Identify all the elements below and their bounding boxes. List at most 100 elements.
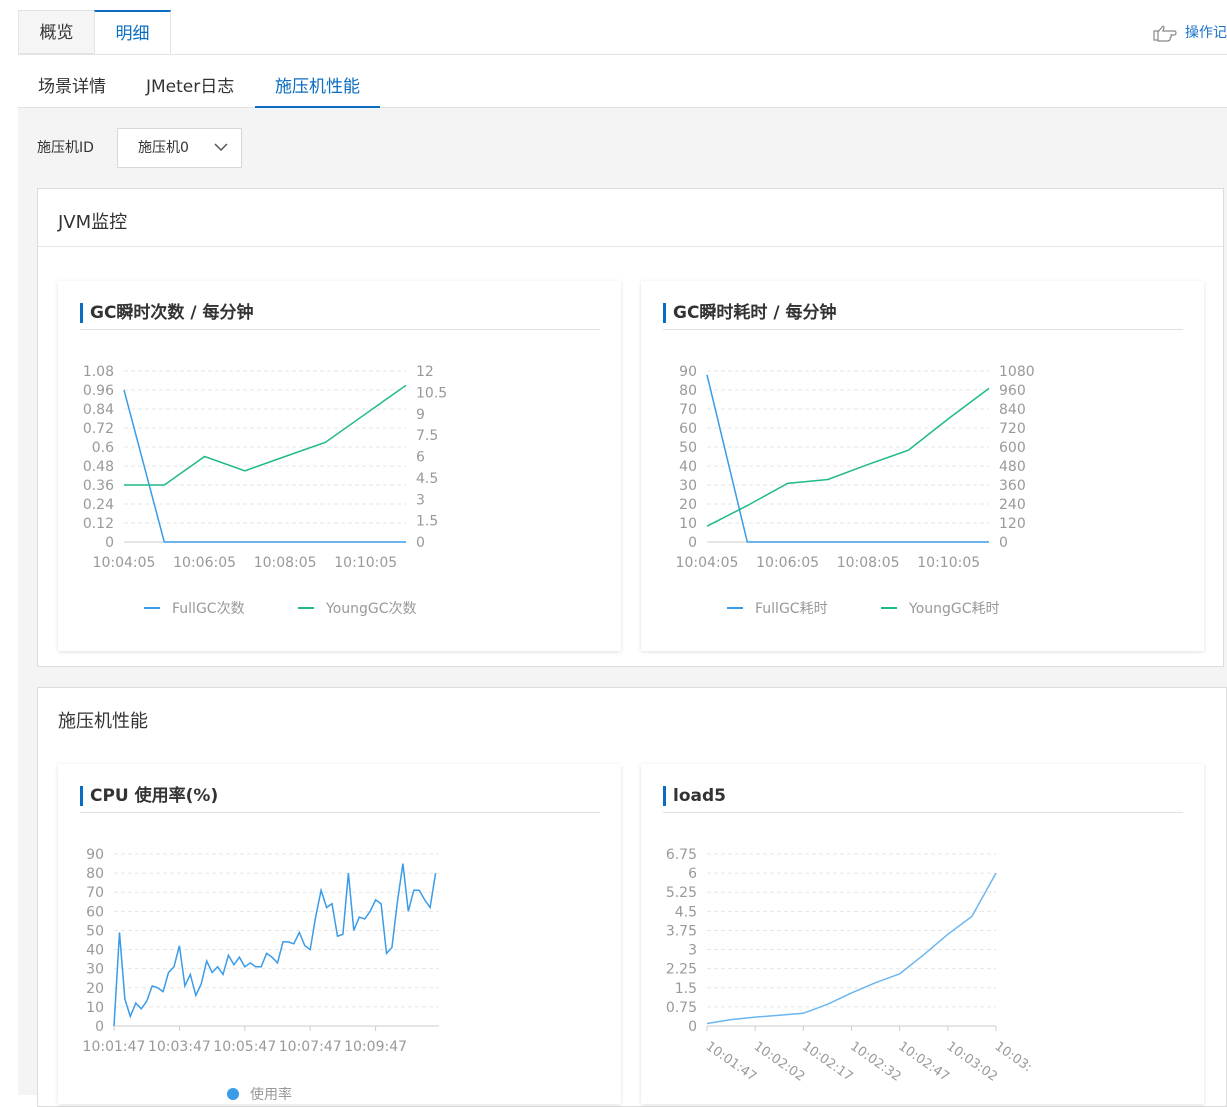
cpu-series-line (113, 863, 437, 1027)
sub-tab-bar: 场景详情 JMeter日志 施压机性能 (18, 66, 1227, 108)
y-right-tick-label: 10.5 (416, 385, 447, 401)
y-left-tick-label: 0.36 (83, 478, 114, 494)
y-tick-label: 6 (688, 866, 697, 882)
gc-time-card: GC瞬时耗时 / 每分钟 0 10 20 30 40 50 60 70 80 90 0 120 240 3… (641, 281, 1204, 651)
y-tick-label: 0.75 (666, 1000, 697, 1016)
y-left-tick-label: 10 (679, 516, 697, 532)
y-tick-label: 80 (86, 866, 104, 882)
y-right-tick-label: 360 (999, 478, 1026, 494)
legend-label: FullGC次数 (172, 601, 245, 617)
y-right-tick-label: 960 (999, 383, 1026, 399)
y-left-tick-label: 0.6 (92, 440, 114, 456)
series-line (706, 374, 989, 543)
y-right-tick-label: 840 (999, 402, 1026, 418)
hand-pointer-icon (1153, 25, 1177, 42)
y-tick-label: 6.75 (666, 847, 697, 863)
operation-log-link[interactable]: 操作记 (1153, 22, 1227, 42)
x-tick-label: 10:01:47 (703, 1039, 759, 1085)
x-tick-label: 10:06:05 (173, 555, 236, 571)
y-right-tick-label: 0 (416, 535, 425, 551)
legend-dot (227, 1088, 239, 1100)
y-right-tick-label: 600 (999, 440, 1026, 456)
gc-count-card: GC瞬时次数 / 每分钟 0 0.12 0.24 0.36 0.48 0.6 0.72 0.8… (58, 281, 621, 651)
y-left-tick-label: 0.96 (83, 383, 114, 399)
y-right-tick-label: 1.5 (416, 514, 438, 530)
y-tick-label: 3 (688, 943, 697, 959)
y-right-tick-label: 12 (416, 364, 434, 380)
y-tick-label: 2.25 (666, 962, 697, 978)
y-left-tick-label: 0.48 (83, 459, 114, 475)
y-tick-label: 70 (86, 885, 104, 901)
y-left-tick-label: 0 (688, 535, 697, 551)
x-tick-label: 10:03: (992, 1039, 1035, 1075)
y-left-tick-label: 0 (105, 535, 114, 551)
y-right-tick-label: 720 (999, 421, 1026, 437)
y-tick-label: 60 (86, 904, 104, 920)
x-tick-label: 10:04:05 (93, 555, 156, 571)
tab-scene-detail[interactable]: 场景详情 (38, 66, 106, 106)
panel-divider (38, 246, 1223, 247)
x-tick-label: 10:02:32 (847, 1039, 903, 1085)
x-tick-label: 10:08:05 (837, 555, 900, 571)
y-left-tick-label: 0.24 (83, 497, 114, 513)
legend-label: YoungGC次数 (325, 601, 417, 617)
y-tick-label: 3.75 (666, 923, 697, 939)
x-tick-label: 10:01:47 (83, 1039, 146, 1055)
y-right-tick-label: 9 (416, 407, 425, 423)
y-left-tick-label: 70 (679, 402, 697, 418)
y-right-tick-label: 0 (999, 535, 1008, 551)
y-right-tick-label: 1080 (999, 364, 1035, 380)
y-tick-label: 1.5 (675, 981, 697, 997)
x-tick-label: 10:04:05 (676, 555, 739, 571)
tab-jmeter-log[interactable]: JMeter日志 (146, 66, 234, 106)
y-left-tick-label: 0.84 (83, 402, 114, 418)
top-tab-bar: 概览 明细 (18, 10, 1227, 55)
x-tick-label: 10:03:02 (944, 1039, 1000, 1085)
tab-overview[interactable]: 概览 (18, 10, 95, 54)
perf-panel-title: 施压机性能 (58, 711, 148, 732)
load5-card: load5 0 0.75 1.5 2.25 3 3.75 4.5 5.25 6 6.75 10:01… (641, 764, 1204, 1104)
machine-id-select[interactable]: 施压机0 (117, 128, 242, 168)
x-tick-label: 10:06:05 (756, 555, 819, 571)
jvm-monitor-panel: JVM监控 GC瞬时次数 / 每分钟 0 0.12 0.24 0.36 0.48 0.6 0… (37, 188, 1224, 667)
y-tick-label: 0 (95, 1019, 104, 1035)
x-tick-label: 10:10:05 (917, 555, 980, 571)
gc-count-chart: 0 0.12 0.24 0.36 0.48 0.6 0.72 0.84 0.96 1.08 0 1.5… (83, 364, 447, 617)
y-right-tick-label: 3 (416, 492, 425, 508)
y-left-tick-label: 90 (679, 364, 697, 380)
y-left-tick-label: 20 (679, 497, 697, 513)
y-right-tick-label: 7.5 (416, 428, 438, 444)
machine-performance-panel: 施压机性能 CPU 使用率(%) 0 10 20 30 40 50 60 70 80 90 10:0… (37, 687, 1227, 1107)
y-right-tick-label: 240 (999, 497, 1026, 513)
series-line (124, 384, 407, 486)
tab-machine-performance[interactable]: 施压机性能 (255, 66, 380, 108)
tab-detail[interactable]: 明细 (94, 10, 171, 54)
load5-series-line (706, 872, 997, 1025)
y-right-tick-label: 4.5 (416, 471, 438, 487)
y-tick-label: 40 (86, 943, 104, 959)
x-tick-label: 10:03:47 (148, 1039, 211, 1055)
y-tick-label: 30 (86, 962, 104, 978)
y-left-tick-label: 50 (679, 440, 697, 456)
y-tick-label: 10 (86, 1000, 104, 1016)
y-right-tick-label: 480 (999, 459, 1026, 475)
legend-label: FullGC耗时 (755, 601, 828, 617)
jvm-panel-title: JVM监控 (58, 212, 128, 233)
cpu-chart: 0 10 20 30 40 50 60 70 80 90 10:01:47 10:03:47 10:05… (83, 847, 439, 1103)
chevron-down-icon (214, 143, 228, 152)
operation-log-label: 操作记 (1185, 25, 1227, 41)
y-left-tick-label: 0.12 (83, 516, 114, 532)
y-left-tick-label: 0.72 (83, 421, 114, 437)
y-tick-label: 5.25 (666, 885, 697, 901)
y-left-tick-label: 1.08 (83, 364, 114, 380)
x-tick-label: 10:02:17 (799, 1039, 855, 1085)
legend-label: YoungGC耗时 (908, 601, 1000, 617)
x-tick-label: 10:05:47 (213, 1039, 276, 1055)
y-right-tick-label: 6 (416, 450, 425, 466)
x-tick-label: 10:07:47 (279, 1039, 342, 1055)
y-tick-label: 0 (688, 1019, 697, 1035)
y-tick-label: 20 (86, 981, 104, 997)
y-tick-label: 50 (86, 923, 104, 939)
y-tick-label: 4.5 (675, 904, 697, 920)
y-tick-label: 90 (86, 847, 104, 863)
